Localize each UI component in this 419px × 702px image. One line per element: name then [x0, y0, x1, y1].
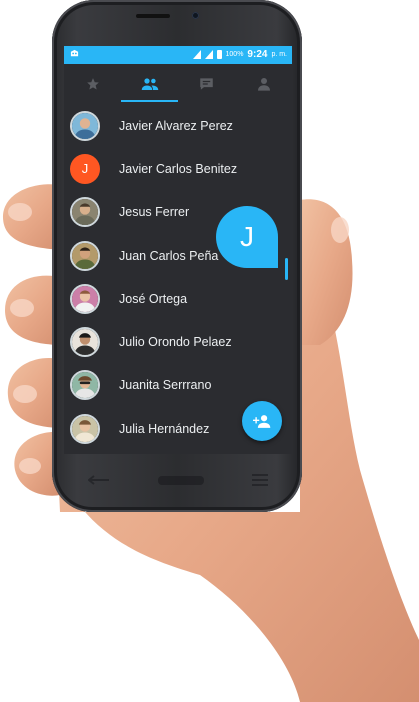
clock-ampm: p. m.	[271, 51, 287, 58]
signal-icon	[204, 50, 213, 59]
avatar	[70, 240, 100, 271]
list-item[interactable]: J Javier Carlos Benitez	[64, 147, 292, 190]
list-item[interactable]: Julio Orondo Pelaez	[64, 320, 292, 363]
back-icon[interactable]	[88, 475, 110, 485]
avatar	[70, 413, 100, 444]
contact-name: José Ortega	[119, 291, 188, 306]
star-icon	[86, 78, 99, 90]
avatar-initial: J	[81, 161, 89, 177]
hardware-nav-bar	[64, 462, 292, 498]
contacts-list: Javier Alvarez Perez J Javier Carlos Ben…	[64, 104, 292, 450]
avatar	[70, 327, 100, 358]
list-item[interactable]: José Ortega	[64, 277, 292, 320]
speaker-grille	[136, 14, 170, 18]
fast-scroll-thumb[interactable]	[285, 258, 288, 280]
chat-icon	[200, 78, 213, 90]
avatar	[70, 283, 100, 314]
front-camera	[192, 12, 199, 19]
contact-name: Javier Carlos Benitez	[119, 161, 238, 176]
tab-bar	[64, 64, 292, 104]
avatar	[70, 197, 100, 228]
tab-favorites[interactable]	[64, 64, 121, 104]
home-button[interactable]	[158, 475, 204, 485]
list-item[interactable]: Javier Alvarez Perez	[64, 104, 292, 147]
contact-name: Javier Alvarez Perez	[119, 118, 233, 133]
contact-name: Julio Orondo Pelaez	[119, 335, 232, 350]
tab-contacts[interactable]	[121, 64, 178, 104]
tab-profile[interactable]	[235, 64, 292, 104]
people-icon	[141, 78, 158, 90]
add-contact-button[interactable]	[242, 401, 282, 441]
contact-name: Julia Hernández	[119, 421, 210, 436]
person-icon	[257, 78, 270, 91]
battery-percent: 100%	[225, 51, 244, 58]
section-index-bubble: J	[216, 206, 278, 268]
avatar	[70, 110, 100, 141]
clock-time: 9:24	[247, 49, 268, 60]
tab-messages[interactable]	[178, 64, 235, 104]
avatar: J	[70, 153, 100, 184]
add-person-icon	[253, 415, 271, 428]
phone-screen: 100% 9:24 p. m. Javier Alvarez Perez J J…	[64, 46, 292, 454]
status-bar: 100% 9:24 p. m.	[64, 46, 292, 64]
notification-icon	[70, 49, 79, 60]
signal-icon	[192, 50, 201, 59]
avatar	[70, 370, 100, 401]
menu-icon[interactable]	[252, 474, 268, 486]
contact-name: Juanita Serrrano	[119, 378, 212, 393]
contact-name: Jesus Ferrer	[119, 205, 190, 220]
contact-name: Juan Carlos Peña	[119, 248, 219, 263]
battery-icon	[216, 50, 222, 59]
